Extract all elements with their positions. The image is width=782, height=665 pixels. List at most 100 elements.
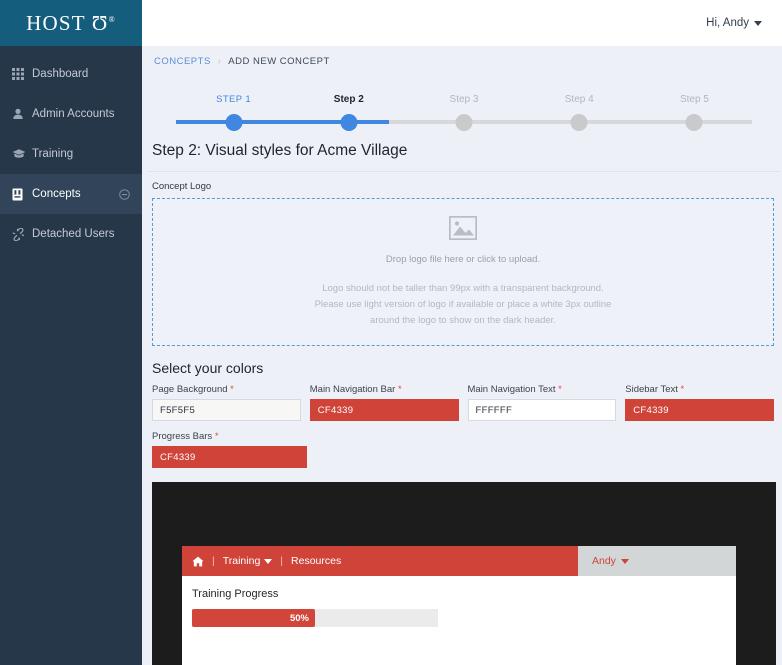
color-field-progress-bars: Progress Bars * CF4339 — [152, 431, 307, 468]
sidebar: HOST Ʊ® Dashboard Admin Accounts Trainin… — [0, 0, 142, 665]
chevron-down-icon — [754, 20, 762, 26]
breadcrumb-current: ADD NEW CONCEPT — [228, 55, 330, 67]
preview-nav-label: Training — [222, 555, 261, 567]
user-icon — [12, 108, 32, 120]
step-progress: STEP 1 Step 2 Step 3 Step 4 Step 5 — [176, 84, 752, 136]
required-mark: * — [214, 431, 219, 442]
step-label: Step 4 — [564, 94, 594, 105]
preview-nav-separator: | — [280, 555, 284, 567]
color-field-sidebar-text: Sidebar Text * CF4339 — [625, 384, 774, 421]
step-3[interactable]: Step 3 — [406, 84, 521, 136]
preview-user-label: Andy — [592, 555, 616, 567]
main-area: Hi, Andy CONCEPTS › ADD NEW CONCEPT STEP… — [142, 0, 782, 665]
page-content: STEP 1 Step 2 Step 3 Step 4 Step 5 Step … — [142, 76, 782, 665]
brand-logo-text: HOST Ʊ® — [26, 11, 116, 36]
graduation-cap-icon — [12, 148, 32, 160]
preview-navbar-left: | Training | Resources — [182, 546, 578, 576]
step-label: Step 2 — [333, 94, 364, 105]
step-label: Step 3 — [449, 94, 479, 105]
logo-dropzone[interactable]: Drop logo file here or click to upload. … — [152, 198, 774, 346]
preview-body: Training Progress 50% — [182, 576, 736, 665]
preview-progress-fill: 50% — [192, 609, 315, 627]
preview-progress-track: 50% — [192, 609, 438, 627]
page-background-input[interactable]: F5F5F5 — [152, 399, 301, 421]
brand-logo[interactable]: HOST Ʊ® — [0, 0, 142, 46]
breadcrumb-separator: › — [217, 56, 222, 66]
colors-section-title: Select your colors — [152, 360, 264, 376]
step-dot — [570, 114, 588, 131]
color-fields-row-2: Progress Bars * CF4339 — [152, 431, 774, 468]
grid-icon — [12, 68, 32, 80]
color-field-main-navigation-bar: Main Navigation Bar * CF4339 — [309, 384, 459, 421]
home-icon[interactable] — [192, 556, 204, 567]
breadcrumb-link-concepts[interactable]: CONCEPTS — [154, 56, 211, 67]
color-field-label: Page Background * — [152, 384, 301, 395]
divider — [148, 171, 780, 172]
sidebar-item-label: Training — [32, 148, 74, 160]
required-mark: * — [397, 384, 402, 395]
step-nodes: STEP 1 Step 2 Step 3 Step 4 Step 5 — [176, 84, 752, 136]
app-root: HOST Ʊ® Dashboard Admin Accounts Trainin… — [0, 0, 782, 665]
dropzone-hint-line-2: Please use light version of logo if avai… — [314, 298, 612, 310]
preview-nav-item-training[interactable]: Training — [223, 555, 273, 567]
unlink-icon — [12, 227, 32, 241]
preview-user-menu[interactable]: Andy — [578, 546, 736, 576]
color-field-page-background: Page Background * F5F5F5 — [152, 384, 301, 421]
progress-bars-input[interactable]: CF4339 — [152, 446, 307, 468]
label-text: Main Navigation Bar — [309, 384, 396, 395]
color-field-main-navigation-text: Main Navigation Text * FFFFFF — [467, 384, 617, 421]
user-menu[interactable]: Hi, Andy — [706, 17, 762, 29]
step-label: Step 5 — [679, 94, 709, 105]
sidebar-item-admin-accounts[interactable]: Admin Accounts — [0, 94, 142, 134]
main-navigation-bar-input[interactable]: CF4339 — [309, 399, 459, 421]
sidebar-item-concepts[interactable]: Concepts — [0, 174, 142, 214]
step-1[interactable]: STEP 1 — [176, 84, 291, 136]
sidebar-text-input[interactable]: CF4339 — [625, 399, 774, 421]
preview-nav-label: Resources — [291, 555, 342, 567]
user-menu-label: Hi, Andy — [706, 17, 749, 29]
preview-nav-item-resources[interactable]: Resources — [291, 555, 341, 567]
topbar: Hi, Andy — [142, 0, 782, 46]
color-field-label: Progress Bars * — [152, 431, 307, 442]
step-5[interactable]: Step 5 — [637, 84, 752, 136]
sidebar-item-label: Admin Accounts — [32, 108, 115, 120]
chevron-down-icon — [264, 558, 273, 564]
breadcrumb: CONCEPTS › ADD NEW CONCEPT — [142, 46, 782, 76]
preview-body-title: Training Progress — [192, 588, 279, 600]
preview-navbar: | Training | Resources Andy — [182, 546, 736, 576]
circle-minus-icon[interactable] — [119, 188, 130, 200]
sidebar-item-detached-users[interactable]: Detached Users — [0, 214, 142, 254]
step-dot — [685, 114, 703, 131]
step-2[interactable]: Step 2 — [291, 84, 406, 136]
step-4[interactable]: Step 4 — [522, 84, 637, 136]
preview-inner: | Training | Resources Andy Training Pro… — [182, 546, 736, 665]
brand-logo-registered: ® — [108, 14, 116, 24]
main-navigation-text-input[interactable]: FFFFFF — [467, 399, 617, 421]
sidebar-item-label: Detached Users — [32, 228, 115, 240]
required-mark: * — [680, 384, 685, 395]
sidebar-nav: Dashboard Admin Accounts Training Concep… — [0, 46, 142, 254]
concept-logo-label: Concept Logo — [152, 181, 212, 192]
dropzone-hint-line-1: Logo should not be taller than 99px with… — [322, 282, 604, 294]
sidebar-item-label: Concepts — [32, 188, 81, 200]
preview-nav-separator: | — [212, 555, 215, 567]
step-dot — [340, 114, 358, 131]
brand-logo-label: HOST Ʊ — [26, 10, 109, 35]
sidebar-item-training[interactable]: Training — [0, 134, 142, 174]
color-fields-row-1: Page Background * F5F5F5 Main Navigation… — [152, 384, 774, 421]
color-field-label: Sidebar Text * — [625, 384, 774, 395]
color-field-label: Main Navigation Text * — [468, 384, 617, 395]
dropzone-hint: Logo should not be taller than 99px with… — [315, 281, 612, 329]
label-text: Sidebar Text — [625, 384, 678, 395]
label-text: Main Navigation Text — [467, 384, 556, 395]
dropzone-hint-line-3: around the logo to show on the dark head… — [370, 314, 556, 326]
step-dot — [225, 114, 243, 131]
required-mark: * — [558, 384, 562, 395]
book-icon — [12, 188, 32, 201]
label-text: Progress Bars — [152, 431, 213, 442]
sidebar-item-label: Dashboard — [32, 68, 89, 80]
sidebar-item-dashboard[interactable]: Dashboard — [0, 54, 142, 94]
chevron-down-icon — [620, 558, 629, 564]
image-placeholder-icon — [448, 215, 478, 245]
step-label: STEP 1 — [216, 94, 252, 105]
